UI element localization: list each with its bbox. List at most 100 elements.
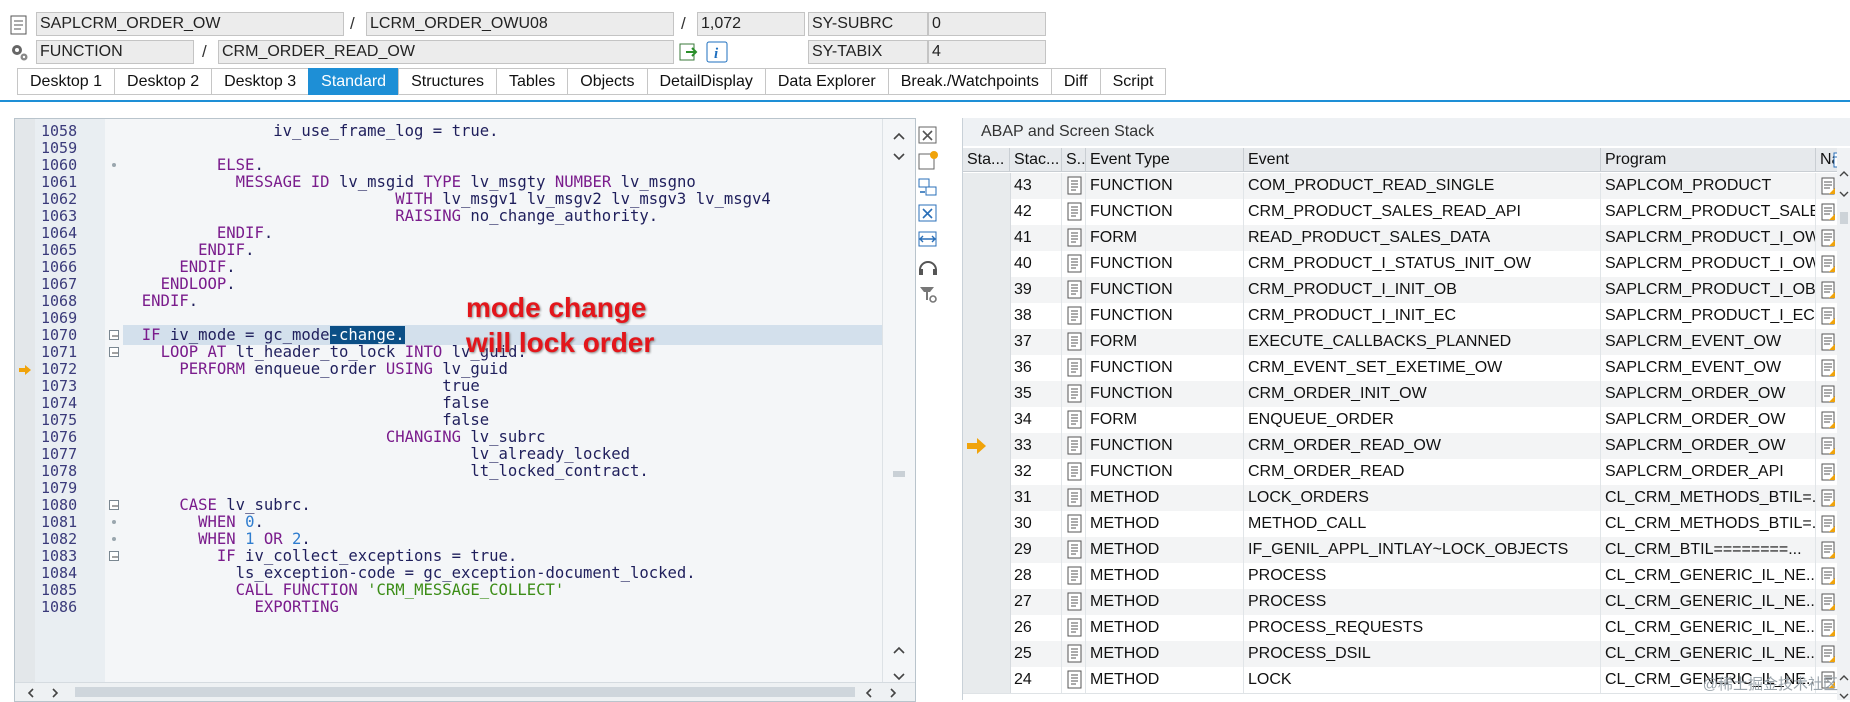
program-name: SAPLCRM_PRODUCT_I_OW <box>1601 225 1816 251</box>
code-horizontal-scrollbar[interactable] <box>15 682 915 701</box>
stack-row[interactable]: 32 FUNCTION CRM_ORDER_READ SAPLCRM_ORDER_AP… <box>963 459 1850 486</box>
tab-diff[interactable]: Diff <box>1050 68 1100 95</box>
stack-row[interactable]: 35 FUNCTION CRM_ORDER_INIT_OW SAPLCRM_ORDER… <box>963 381 1850 408</box>
column-header[interactable]: Program <box>1601 148 1816 172</box>
event-name: CRM_PRODUCT_I_INIT_OB <box>1244 277 1601 303</box>
column-header[interactable]: Event <box>1244 148 1601 172</box>
stack-row[interactable]: 38 FUNCTION CRM_PRODUCT_I_INIT_EC SAPLCRM_P… <box>963 303 1850 330</box>
watermark: @稀土掘金技术社区 <box>1702 676 1838 693</box>
program-field[interactable]: SAPLCRM_ORDER_OW <box>36 12 344 36</box>
info-icon[interactable]: i <box>706 41 728 63</box>
maximize-tool-icon[interactable] <box>916 202 940 224</box>
tab-data-explorer[interactable]: Data Explorer <box>764 68 888 95</box>
program-name: SAPLCRM_PRODUCT_I_EC <box>1601 303 1816 329</box>
column-header[interactable]: Stac... <box>1010 148 1062 172</box>
stack-row[interactable]: 37 FORM EXECUTE_CALLBACKS_PLANNED SAPLCRM_E… <box>963 329 1850 356</box>
stack-row[interactable]: 41 FORM READ_PRODUCT_SALES_DATA SAPLCRM_PRO… <box>963 225 1850 252</box>
new-tool-icon[interactable] <box>916 150 940 172</box>
code-vertical-scrollbar[interactable] <box>882 119 915 701</box>
fold-dot <box>112 537 116 541</box>
stack-row[interactable]: 31 METHOD LOCK_ORDERS CL_CRM_METHODS_BTIL=.… <box>963 485 1850 512</box>
stack-row[interactable]: 26 METHOD PROCESS_REQUESTS CL_CRM_GENERIC_I… <box>963 615 1850 642</box>
stack-level: 43 <box>1010 173 1062 199</box>
split-tool-icon[interactable] <box>916 228 940 250</box>
event-type-field[interactable]: FUNCTION <box>36 40 194 64</box>
stack-level: 35 <box>1010 381 1062 407</box>
sysvar1-name[interactable]: SY-SUBRC <box>808 12 928 36</box>
annotation-line-2: will lock order <box>466 327 655 358</box>
fold-dot <box>112 163 116 167</box>
code-lines[interactable]: iv_use_frame_log = true. ELSE. MESSAGE I… <box>123 119 883 701</box>
stack-pointer-cell <box>963 615 1011 641</box>
event-name: READ_PRODUCT_SALES_DATA <box>1244 225 1601 251</box>
stack-row[interactable]: 36 FUNCTION CRM_EVENT_SET_EXETIME_OW SAPLCR… <box>963 355 1850 382</box>
stack-row[interactable]: 27 METHOD PROCESS CL_CRM_GENERIC_IL_NE... <box>963 589 1850 616</box>
stack-level: 31 <box>1010 485 1062 511</box>
tab-script[interactable]: Script <box>1099 68 1167 95</box>
event-name: EXECUTE_CALLBACKS_PLANNED <box>1244 329 1601 355</box>
source-code-editor[interactable]: 1058 1059 1060 1061 1062 1063 1064 1065 1066 1067… <box>14 118 916 702</box>
event-type: METHOD <box>1086 511 1244 537</box>
stack-row[interactable]: 43 FUNCTION COM_PRODUCT_READ_SINGLE SAPLCOM… <box>963 173 1850 200</box>
goto-source-icon[interactable] <box>678 41 700 63</box>
event-name-field[interactable]: CRM_ORDER_READ_OW <box>218 40 674 64</box>
fold-gutter <box>105 119 123 701</box>
settings-gear-icon[interactable] <box>8 41 30 63</box>
stack-row[interactable]: 29 METHOD IF_GENIL_APPL_INTLAY~LOCK_OBJECT… <box>963 537 1850 564</box>
code-line[interactable]: EXPORTING <box>123 597 883 617</box>
tab-desktop-1[interactable]: Desktop 1 <box>17 68 115 95</box>
include-field[interactable]: LCRM_ORDER_OWU08 <box>366 12 674 36</box>
line-number-field[interactable]: 1,072 <box>697 12 805 36</box>
tab-standard[interactable]: Standard <box>308 68 399 95</box>
stack-pointer-cell <box>963 641 1011 667</box>
tab-objects[interactable]: Objects <box>567 68 647 95</box>
tab-break-watchpoints[interactable]: Break./Watchpoints <box>887 68 1051 95</box>
event-type: METHOD <box>1086 537 1244 563</box>
tab-detaildisplay[interactable]: DetailDisplay <box>646 68 765 95</box>
event-name: IF_GENIL_APPL_INTLAY~LOCK_OBJECTS <box>1244 537 1601 563</box>
source-code-icon <box>1062 251 1086 277</box>
event-type: FORM <box>1086 225 1244 251</box>
event-type: FUNCTION <box>1086 459 1244 485</box>
sysvar2-name[interactable]: SY-TABIX <box>808 40 928 64</box>
event-type: METHOD <box>1086 589 1244 615</box>
stack-row[interactable]: 30 METHOD METHOD_CALL CL_CRM_METHODS_BTIL=.… <box>963 511 1850 538</box>
tab-desktop-3[interactable]: Desktop 3 <box>211 68 309 95</box>
stack-level: 29 <box>1010 537 1062 563</box>
event-name: COM_PRODUCT_READ_SINGLE <box>1244 173 1601 199</box>
stack-row[interactable]: 40 FUNCTION CRM_PRODUCT_I_STATUS_INIT_OW SA… <box>963 251 1850 278</box>
tab-tables[interactable]: Tables <box>496 68 568 95</box>
stack-row[interactable]: 33 FUNCTION CRM_ORDER_READ_OW SAPLCRM_ORDER… <box>963 433 1850 460</box>
tab-desktop-2[interactable]: Desktop 2 <box>114 68 212 95</box>
stack-row[interactable]: 28 METHOD PROCESS CL_CRM_GENERIC_IL_NE... <box>963 563 1850 590</box>
stack-vertical-scrollbar[interactable] <box>1837 148 1850 700</box>
column-header[interactable]: Sta... <box>963 148 1010 172</box>
close-tool-icon[interactable] <box>916 124 940 146</box>
fold-toggle-icon[interactable] <box>109 347 119 357</box>
sysvar2-value[interactable]: 4 <box>928 40 1046 64</box>
headset-tool-icon[interactable] <box>916 256 940 278</box>
tools-tool-icon[interactable] <box>916 282 940 304</box>
stack-row[interactable]: 25 METHOD PROCESS_DSIL CL_CRM_GENERIC_IL_NE… <box>963 641 1850 668</box>
fold-toggle-icon[interactable] <box>109 330 119 340</box>
fold-toggle-icon[interactable] <box>109 500 119 510</box>
stack-row[interactable]: 34 FORM ENQUEUE_ORDER SAPLCRM_ORDER_OW <box>963 407 1850 434</box>
stack-row[interactable]: 39 FUNCTION CRM_PRODUCT_I_INIT_OB SAPLCRM_P… <box>963 277 1850 304</box>
program-name: SAPLCRM_ORDER_OW <box>1601 407 1816 433</box>
desktop-tabs: Desktop 1 Desktop 2 Desktop 3 Standard Struc… <box>17 68 1167 95</box>
stack-level: 40 <box>1010 251 1062 277</box>
program-name: CL_CRM_GENERIC_IL_NE... <box>1601 563 1816 589</box>
current-frame-arrow-icon <box>967 438 986 454</box>
tab-structures[interactable]: Structures <box>398 68 496 95</box>
swap-tool-icon[interactable] <box>916 176 940 198</box>
column-header[interactable]: Event Type <box>1086 148 1244 172</box>
program-name: SAPLCRM_EVENT_OW <box>1601 355 1816 381</box>
column-header[interactable]: S.. <box>1062 148 1086 172</box>
breakpoint-gutter[interactable] <box>15 119 36 701</box>
sysvar1-value[interactable]: 0 <box>928 12 1046 36</box>
event-name: METHOD_CALL <box>1244 511 1601 537</box>
stack-row[interactable]: 42 FUNCTION CRM_PRODUCT_SALES_READ_API SAPL… <box>963 199 1850 226</box>
source-code-icon <box>1062 667 1086 693</box>
annotation-line-1: mode change <box>466 292 647 323</box>
fold-toggle-icon[interactable] <box>109 551 119 561</box>
